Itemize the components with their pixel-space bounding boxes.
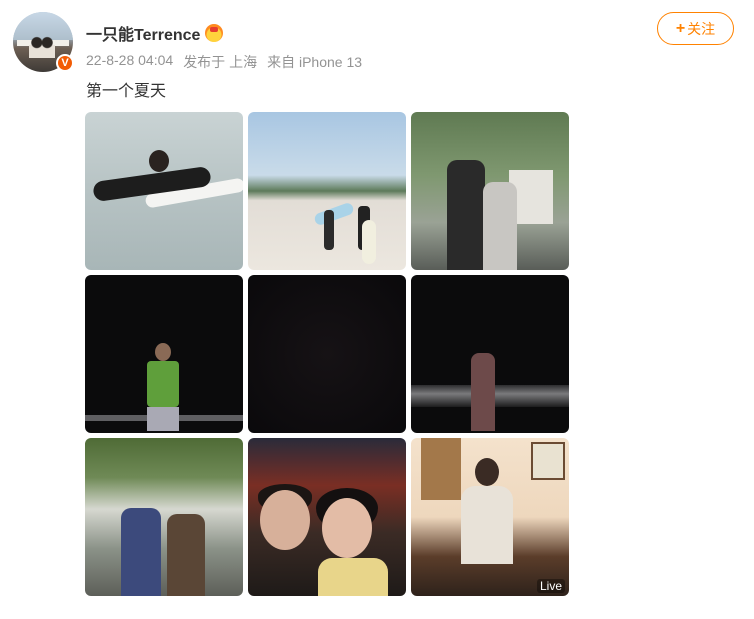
post-meta: 22-8-28 04:04 发布于 上海 来自 iPhone 13	[86, 52, 362, 72]
photo-couple-under-tree[interactable]	[85, 438, 243, 596]
verified-v-icon: V	[56, 54, 74, 72]
photo-beach[interactable]	[248, 112, 406, 270]
live-badge: Live	[536, 579, 565, 593]
timestamp[interactable]: 22-8-28 04:04	[86, 52, 173, 72]
photo-surfing[interactable]	[85, 112, 243, 270]
post-text: 第一个夏天	[86, 83, 167, 100]
plus-icon: +	[675, 19, 686, 37]
crown-emoji-icon	[205, 24, 224, 42]
photo-couple-outdoor[interactable]	[411, 112, 569, 270]
follow-button[interactable]: + 关注	[657, 12, 734, 45]
photo-night-beach-woman[interactable]	[411, 275, 569, 433]
photo-tea-room[interactable]: Live	[411, 438, 569, 596]
username-text[interactable]: 一只能Terrence	[86, 21, 200, 45]
photo-night-sky[interactable]	[248, 275, 406, 433]
follow-label: 关注	[687, 20, 716, 37]
photo-night-beach-man[interactable]	[85, 275, 243, 433]
photo-grid: Live	[85, 112, 569, 596]
location: 发布于 上海	[183, 54, 258, 70]
username[interactable]: 一只能Terrence	[86, 21, 224, 45]
photo-selfie[interactable]	[248, 438, 406, 596]
device: 来自 iPhone 13	[267, 54, 363, 70]
avatar[interactable]: V	[13, 12, 74, 72]
